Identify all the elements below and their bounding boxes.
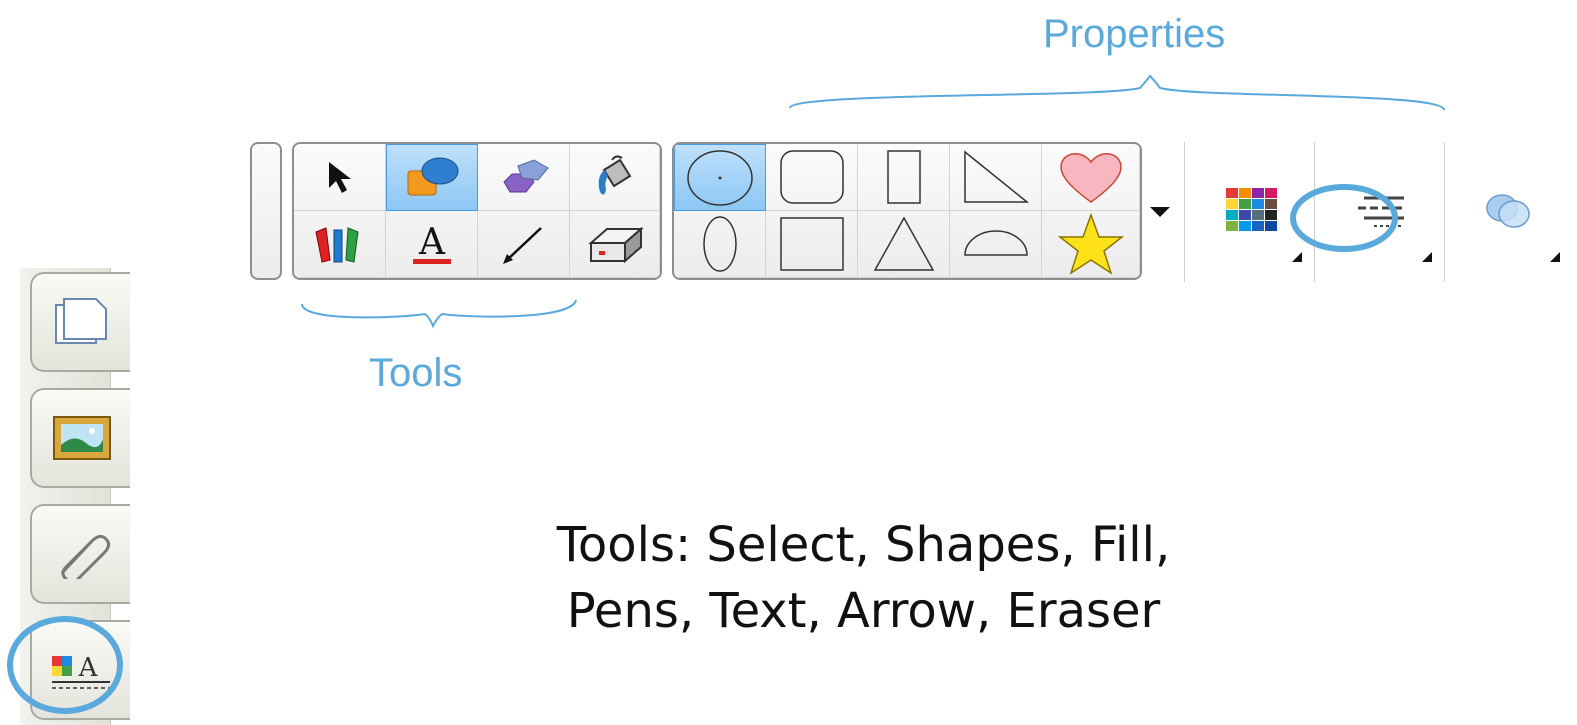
shape-circle-button[interactable] <box>674 144 766 211</box>
tools-brace <box>301 299 577 329</box>
circle-shape-icon <box>687 149 753 206</box>
color-grid-icon <box>1226 188 1277 231</box>
square-shape-icon <box>779 217 844 271</box>
transparency-icon <box>1486 194 1530 228</box>
eraser-icon <box>587 226 644 264</box>
chevron-down-icon <box>1150 207 1170 217</box>
select-tool-button[interactable] <box>294 144 386 211</box>
fill-tool-button[interactable] <box>570 144 660 211</box>
shape-star-button[interactable] <box>1042 211 1140 278</box>
shape-heart-button[interactable] <box>1042 144 1140 211</box>
caption-text: Tools: Select, Shapes, Fill, Pens, Text,… <box>0 512 1577 644</box>
ellipse-shape-icon <box>702 216 737 272</box>
shape-tall-rectangle-button[interactable] <box>858 144 950 211</box>
cursor-arrow-icon <box>328 162 351 193</box>
dropdown-corner-icon <box>1550 252 1560 262</box>
caption-line-1: Tools: Select, Shapes, Fill, <box>556 517 1171 573</box>
shapes-fill-icon <box>502 159 549 193</box>
tools-group: A <box>292 142 662 280</box>
picture-frame-icon <box>53 416 111 460</box>
highlight-ellipse-line-style <box>1290 184 1398 252</box>
more-shapes-dropdown[interactable] <box>1136 142 1184 282</box>
semicircle-shape-icon <box>963 230 1028 256</box>
fill-shapes-tool-button[interactable] <box>478 144 570 211</box>
star-shape-icon <box>1057 213 1124 275</box>
dropdown-corner-icon <box>1422 252 1432 262</box>
shapes-tool-button[interactable] <box>386 144 478 211</box>
properties-brace <box>789 74 1445 111</box>
transparency-button[interactable] <box>1446 142 1576 282</box>
pens-icon <box>314 227 359 263</box>
shape-rounded-square-button[interactable] <box>766 144 858 211</box>
line-tool-button[interactable] <box>478 211 570 278</box>
shape-semicircle-button[interactable] <box>950 211 1042 278</box>
gallery-tab[interactable] <box>30 388 130 488</box>
triangle-shape-icon <box>873 216 934 271</box>
right-triangle-shape-icon <box>963 150 1029 203</box>
shape-triangle-button[interactable] <box>858 211 950 278</box>
paint-bucket-icon <box>598 155 631 195</box>
line-arrow-icon <box>502 227 542 264</box>
shapes-icon <box>407 157 459 195</box>
toolbar-separator <box>1184 142 1185 282</box>
tall-rectangle-shape-icon <box>886 150 921 204</box>
eraser-tool-button[interactable] <box>570 211 660 278</box>
rounded-square-shape-icon <box>779 150 844 204</box>
heart-shape-icon <box>1059 153 1122 203</box>
text-a-icon: A <box>412 222 451 264</box>
toolbar-edge <box>250 142 282 280</box>
caption-line-2: Pens, Text, Arrow, Eraser <box>566 583 1161 639</box>
shapes-palette-group <box>672 142 1142 280</box>
shape-right-triangle-button[interactable] <box>950 144 1042 211</box>
svg-text:A: A <box>418 222 446 263</box>
pages-icon <box>55 298 107 344</box>
shape-square-button[interactable] <box>766 211 858 278</box>
text-tool-button[interactable]: A <box>386 211 478 278</box>
page-sorter-tab[interactable] <box>30 272 130 372</box>
pens-tool-button[interactable] <box>294 211 386 278</box>
toolbar-separator <box>1444 142 1445 282</box>
shape-ellipse-button[interactable] <box>674 211 766 278</box>
